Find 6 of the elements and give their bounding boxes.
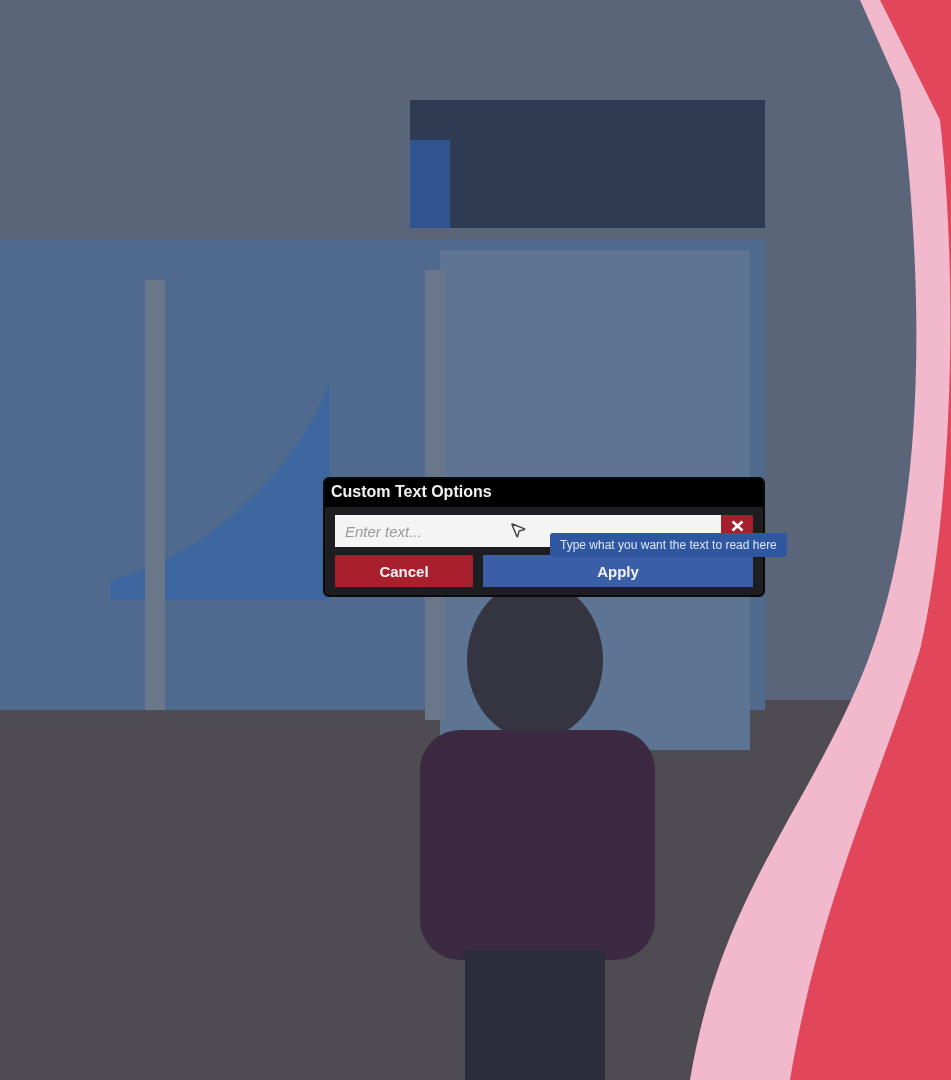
tooltip: Type what you want the text to read here: [550, 533, 787, 557]
close-icon: [730, 520, 744, 532]
cursor-icon: [509, 521, 527, 539]
apply-button[interactable]: Apply: [483, 555, 753, 587]
cancel-button[interactable]: Cancel: [335, 555, 473, 587]
dialog-title: Custom Text Options: [331, 483, 492, 501]
